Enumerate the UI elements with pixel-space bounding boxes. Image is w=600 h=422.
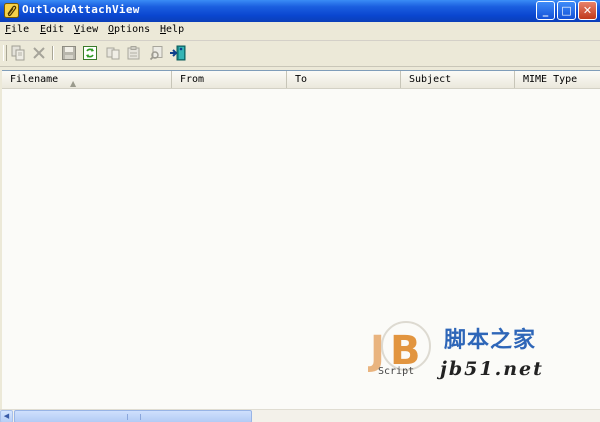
find-button[interactable]	[148, 44, 166, 62]
minimize-icon: _	[542, 4, 549, 17]
toolbar-separator	[52, 46, 54, 60]
delete-button[interactable]	[30, 44, 48, 62]
menu-options-label: ptions	[114, 24, 151, 35]
menu-view-label: iew	[80, 24, 99, 35]
chevron-left-icon: ◀	[3, 412, 10, 420]
column-header-label: MIME Type	[523, 74, 578, 85]
column-header-filename[interactable]: Filename ▲	[2, 71, 172, 88]
copy-icon	[11, 45, 25, 61]
column-header-subject[interactable]: Subject	[401, 71, 515, 88]
menu-file[interactable]: File	[5, 24, 29, 35]
menu-help[interactable]: Help	[160, 24, 184, 35]
close-icon: ✕	[582, 4, 593, 17]
minimize-button[interactable]: _	[536, 1, 555, 20]
exit-button[interactable]	[169, 44, 187, 62]
menu-help-label: elp	[166, 24, 185, 35]
properties-icon	[127, 46, 140, 60]
menu-edit-label: dit	[46, 24, 65, 35]
copy-files-button[interactable]	[104, 44, 122, 62]
menu-options[interactable]: Options	[108, 24, 150, 35]
column-header-label: Filename	[10, 74, 59, 85]
menu-bar: File Edit View Options Help	[0, 22, 600, 41]
scroll-thumb[interactable]	[14, 410, 252, 422]
scroll-thumb-grip	[127, 414, 141, 420]
toolbar-grip[interactable]	[3, 45, 7, 61]
properties-button[interactable]	[125, 44, 143, 62]
copy-button[interactable]	[9, 44, 27, 62]
column-header-label: From	[180, 74, 205, 85]
delete-icon	[33, 47, 45, 59]
exit-icon	[170, 45, 186, 61]
save-button[interactable]	[60, 44, 78, 62]
column-header-mime-type[interactable]: MIME Type	[515, 71, 600, 88]
app-window: OutlookAttachView _ □ ✕ File Edit View O…	[0, 0, 600, 422]
column-header-label: Subject	[409, 74, 452, 85]
watermark-logo-caption: Script	[378, 366, 415, 377]
title-bar[interactable]: OutlookAttachView _ □ ✕	[0, 0, 600, 22]
maximize-button[interactable]: □	[557, 1, 576, 20]
column-header-to[interactable]: To	[287, 71, 401, 88]
menu-view[interactable]: View	[74, 24, 98, 35]
column-header-label: To	[295, 74, 308, 85]
close-button[interactable]: ✕	[578, 1, 597, 20]
column-header-from[interactable]: From	[172, 71, 287, 88]
watermark-chinese-text: 脚本之家	[444, 328, 537, 353]
maximize-icon: □	[561, 4, 572, 17]
refresh-icon	[83, 46, 97, 60]
list-header: Filename ▲ From To Subject MIME Type	[2, 71, 600, 89]
app-paperclip-icon	[4, 3, 19, 18]
menu-file-label: ile	[11, 24, 30, 35]
find-icon	[149, 46, 163, 61]
save-icon	[62, 46, 76, 60]
toolbar	[0, 41, 600, 67]
window-title: OutlookAttachView	[22, 3, 140, 16]
scroll-left-button[interactable]: ◀	[0, 410, 13, 422]
horizontal-scrollbar[interactable]: ◀	[0, 409, 600, 422]
copy-files-icon	[106, 47, 120, 60]
menu-edit[interactable]: Edit	[40, 24, 64, 35]
watermark-logo: J B Script 脚本之家 jb51.net	[367, 318, 583, 388]
watermark-site-text: jb51.net	[440, 358, 544, 380]
refresh-button[interactable]	[81, 44, 99, 62]
